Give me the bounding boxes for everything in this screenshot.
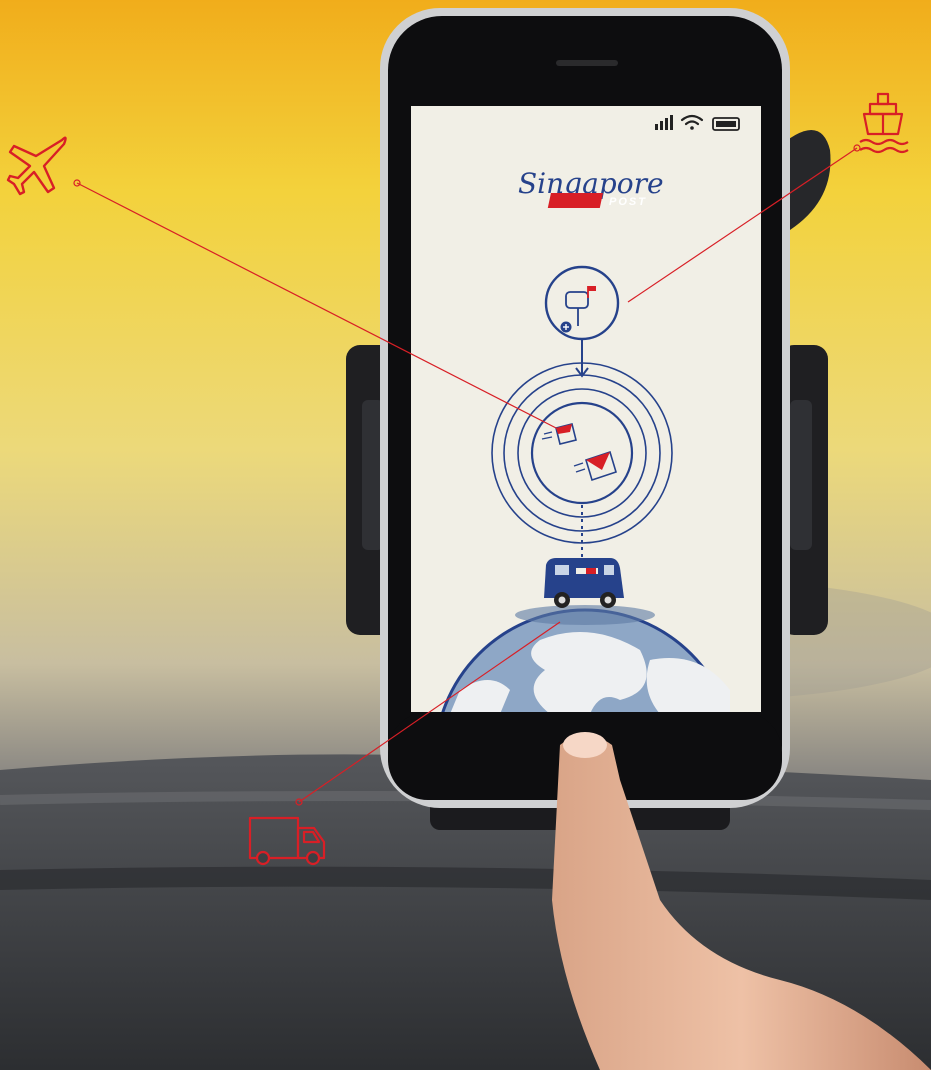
mailbox-icon (544, 265, 620, 341)
scene: Singapore POST (0, 0, 931, 1070)
brand-tag: POST (609, 196, 647, 208)
phone-speaker (556, 60, 618, 66)
fingernail (563, 732, 607, 758)
brand-tag-box (547, 193, 603, 208)
